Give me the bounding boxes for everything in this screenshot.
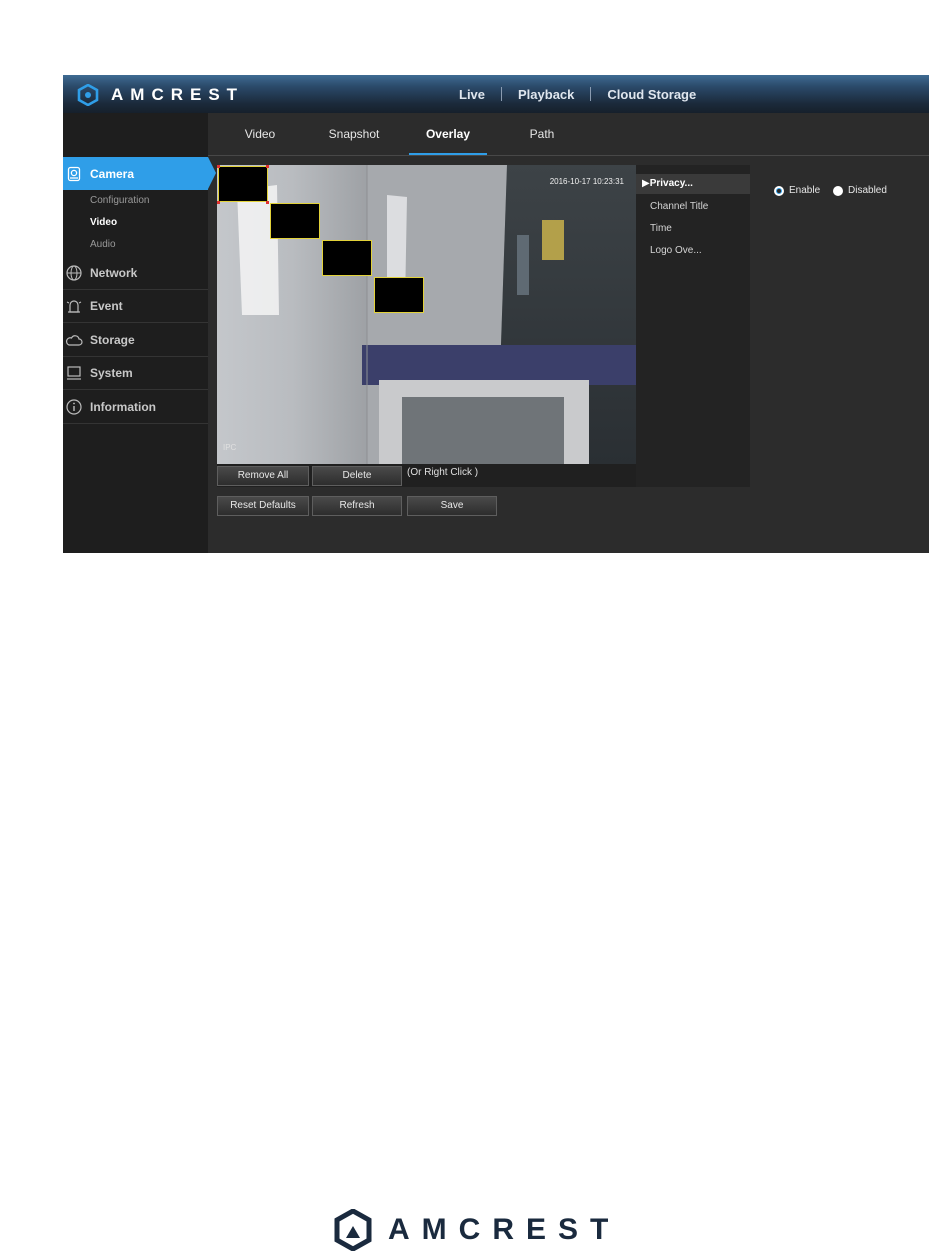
alarm-icon [64, 296, 84, 316]
video-preview[interactable]: 2016-10-17 10:23:31 IPC [217, 165, 636, 464]
overlay-item-logo-overlay[interactable]: Logo Ove... [636, 241, 750, 261]
radio-selected-icon [774, 185, 784, 196]
overlay-item-privacy[interactable]: ▶Privacy... [636, 174, 750, 194]
cloud-icon [64, 330, 84, 350]
settings-tab-bar: Video Snapshot Overlay Path [208, 113, 929, 156]
monitor-icon [64, 363, 84, 383]
nav-cloud-storage[interactable]: Cloud Storage [591, 87, 712, 102]
tab-overlay[interactable]: Overlay [409, 113, 487, 155]
sidebar-item-network[interactable]: Network [63, 256, 208, 290]
enable-radio[interactable]: Enable [774, 185, 820, 196]
overlay-type-list: ▶Privacy... Channel Title Time Logo Ove.… [636, 165, 750, 487]
active-pointer [208, 157, 216, 189]
privacy-mask-3[interactable] [322, 240, 372, 276]
privacy-mask-2[interactable] [270, 203, 320, 239]
right-click-hint: (Or Right Click ) [407, 467, 479, 478]
mask-action-bar: Remove All Delete (Or Right Click ) [217, 464, 636, 487]
sidebar-item-camera[interactable]: Camera [63, 157, 216, 190]
amcrest-hexagon-icon [77, 84, 99, 106]
enable-label: Enable [789, 185, 821, 196]
refresh-button[interactable]: Refresh [312, 496, 402, 516]
overlay-item-time[interactable]: Time [636, 219, 750, 239]
camera-icon [64, 164, 84, 184]
disabled-radio[interactable]: Disabled [833, 185, 887, 196]
sidebar-item-label: Information [90, 399, 156, 414]
camera-label: IPC [223, 443, 237, 452]
top-navigation: Live Playback Cloud Storage [443, 75, 712, 113]
remove-all-button[interactable]: Remove All [217, 466, 309, 486]
nav-playback[interactable]: Playback [502, 87, 590, 102]
delete-button[interactable]: Delete [312, 466, 402, 486]
web-app-window: AMCREST Live Playback Cloud Storage Came… [63, 75, 929, 553]
nav-live[interactable]: Live [443, 87, 501, 102]
top-header-bar: AMCREST Live Playback Cloud Storage [63, 75, 929, 113]
sidebar-item-event[interactable]: Event [63, 289, 208, 323]
tab-path[interactable]: Path [519, 113, 565, 155]
reset-defaults-button[interactable]: Reset Defaults [217, 496, 309, 516]
disabled-label: Disabled [848, 185, 887, 196]
tab-snapshot[interactable]: Snapshot [319, 113, 389, 155]
sidebar-item-storage[interactable]: Storage [63, 323, 208, 357]
save-button[interactable]: Save [407, 496, 497, 516]
footer-amcrest-logo: AMCREST [334, 1208, 620, 1252]
sidebar-subitem-configuration[interactable]: Configuration [90, 195, 149, 206]
privacy-mask-1[interactable] [218, 166, 268, 202]
sidebar-item-information[interactable]: Information [63, 390, 208, 424]
video-timestamp: 2016-10-17 10:23:31 [549, 177, 624, 186]
globe-icon [64, 263, 84, 283]
mask-resize-handle[interactable] [266, 201, 269, 204]
sidebar-subitem-audio[interactable]: Audio [90, 239, 116, 250]
privacy-mask-4[interactable] [374, 277, 424, 313]
mask-resize-handle[interactable] [217, 165, 220, 168]
footer-brand-name: AMCREST [388, 1213, 621, 1246]
sidebar-item-label: Network [90, 265, 138, 280]
sidebar-subitem-video[interactable]: Video [90, 217, 117, 228]
overlay-item-channel-title[interactable]: Channel Title [636, 197, 750, 217]
mask-resize-handle[interactable] [266, 165, 269, 168]
sidebar: Camera Configuration Video Audio Network… [63, 113, 216, 553]
sidebar-item-label: Camera [90, 166, 135, 181]
brand-name: AMCREST [111, 85, 245, 104]
overlay-settings-panel [753, 165, 929, 487]
radio-unselected-icon [833, 185, 843, 196]
mask-resize-handle[interactable] [217, 201, 220, 204]
amcrest-hexagon-icon [334, 1209, 372, 1251]
sidebar-item-label: System [90, 365, 133, 380]
info-icon [64, 397, 84, 417]
sidebar-item-system[interactable]: System [63, 356, 208, 390]
sidebar-item-label: Event [90, 298, 123, 313]
tab-video[interactable]: Video [233, 113, 287, 155]
amcrest-logo: AMCREST [77, 84, 244, 106]
sidebar-item-label: Storage [90, 332, 135, 347]
